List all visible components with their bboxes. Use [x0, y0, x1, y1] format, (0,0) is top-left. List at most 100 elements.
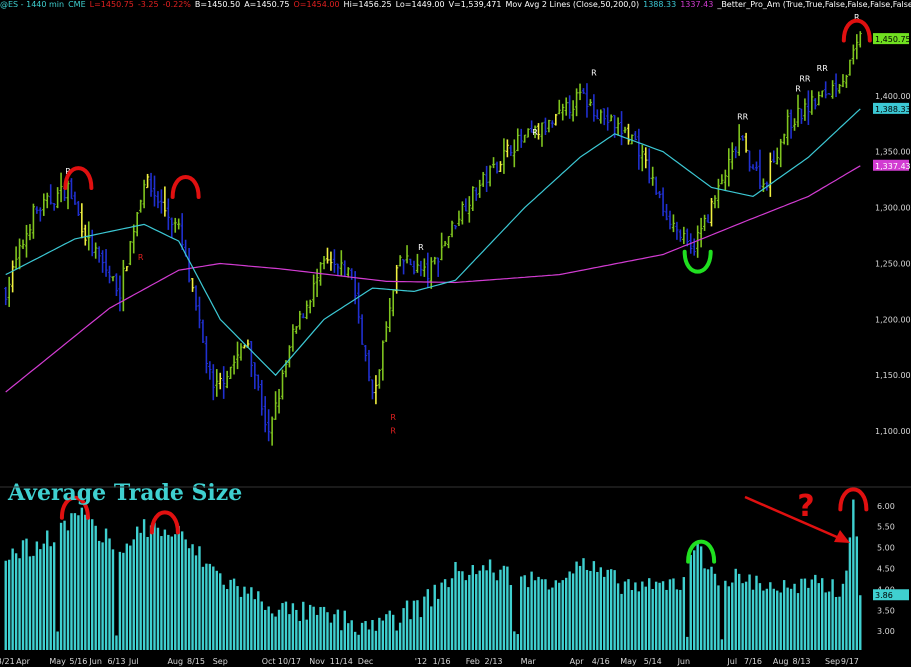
price-bar [599, 109, 603, 124]
volume-bar [104, 528, 108, 650]
volume-bar [613, 570, 616, 650]
price-bar [848, 59, 852, 76]
volume-bar [779, 592, 782, 650]
volume-bar [693, 550, 696, 650]
price-tick-label: 1,250.00 [875, 259, 911, 268]
volume-bar [360, 622, 364, 650]
price-bar [336, 263, 340, 276]
price-bar [554, 113, 558, 126]
price-bar [62, 187, 67, 202]
price-bar [779, 138, 783, 168]
volume-panel-title: Average Trade Size [7, 480, 242, 506]
price-bar [810, 90, 814, 115]
volume-bar [392, 614, 395, 650]
x-tick-label: 8/15 [187, 657, 205, 666]
volume-bar [319, 607, 322, 650]
volume-bar [717, 585, 720, 650]
price-bar [758, 149, 762, 190]
volume-bar [315, 614, 319, 650]
volume-bar [606, 569, 609, 650]
x-tick-label: Aug [773, 657, 789, 666]
volume-bar [436, 598, 440, 650]
volume-bar [198, 546, 201, 650]
price-bar [616, 117, 620, 136]
volume-bar [219, 573, 222, 650]
volume-bar [25, 538, 28, 650]
volume-bar [232, 578, 236, 650]
r-signal-label: R [390, 413, 396, 422]
x-tick-label: Nov [309, 657, 325, 666]
question-mark: ? [797, 489, 814, 524]
price-bar [267, 409, 271, 442]
volume-bar [769, 582, 772, 650]
volume-bar [236, 586, 239, 650]
price-bar [623, 126, 627, 134]
price-bar [789, 109, 793, 139]
volume-bar [187, 548, 191, 650]
price-bar [163, 186, 167, 217]
price-bar [851, 44, 855, 65]
price-bar [453, 225, 458, 230]
price-bar [222, 366, 226, 399]
volume-bar [322, 606, 326, 650]
volume-bar [686, 636, 689, 650]
price-bar [14, 246, 18, 270]
price-bar [723, 169, 727, 191]
volume-bar [56, 631, 59, 650]
volume-bar [630, 590, 634, 650]
volume-bar [540, 579, 544, 650]
x-tick-label: 4/16 [592, 657, 610, 666]
volume-bar [471, 565, 474, 650]
price-bar [557, 99, 561, 115]
price-bar [56, 187, 60, 209]
volume-bar [298, 620, 302, 650]
price-bar [24, 224, 29, 258]
volume-bar [575, 561, 578, 650]
price-bar [467, 196, 471, 223]
price-bar [564, 97, 568, 116]
volume-bar [11, 548, 14, 650]
price-bar [446, 235, 451, 249]
price-bar [813, 98, 817, 110]
ma-slow-line [5, 165, 861, 393]
price-bar [52, 203, 56, 211]
price-bar [799, 108, 804, 124]
price-bar [107, 265, 112, 284]
volume-bar [679, 589, 682, 650]
volume-bar [225, 589, 229, 650]
price-bar [706, 214, 710, 224]
price-bar [381, 340, 385, 381]
price-bar [415, 253, 420, 273]
price-bar [671, 214, 676, 233]
volume-bar [623, 581, 627, 650]
volume-bar [21, 540, 25, 650]
price-chart[interactable]: RRRRRRRRRRRRRRR Average Trade Size? 1,10… [0, 0, 911, 667]
volume-bar [710, 566, 713, 650]
price-bar [644, 147, 648, 169]
volume-bar [755, 575, 758, 650]
volume-bar [468, 574, 471, 650]
volume-bar [533, 580, 537, 650]
volume-bar [814, 574, 817, 650]
price-bar [751, 164, 755, 170]
volume-bar [509, 585, 513, 650]
price-bar [280, 369, 285, 400]
volume-bar [208, 563, 212, 650]
ma-fast-tag: 1,388.33 [873, 102, 911, 114]
volume-bar [49, 546, 52, 650]
price-bar [139, 199, 143, 213]
volume-bar [395, 630, 398, 650]
volume-bar [637, 591, 641, 650]
price-bar [42, 193, 46, 216]
volume-bar [371, 620, 374, 650]
price-bar [235, 341, 240, 370]
price-bar [287, 345, 292, 368]
volume-bar [264, 609, 267, 650]
volume-bar [461, 571, 464, 650]
price-bar [229, 366, 233, 379]
volume-bar [457, 571, 461, 650]
volume-bar [758, 583, 762, 650]
volume-bar [170, 536, 173, 650]
price-bar [187, 247, 191, 283]
price-bar [543, 117, 548, 135]
